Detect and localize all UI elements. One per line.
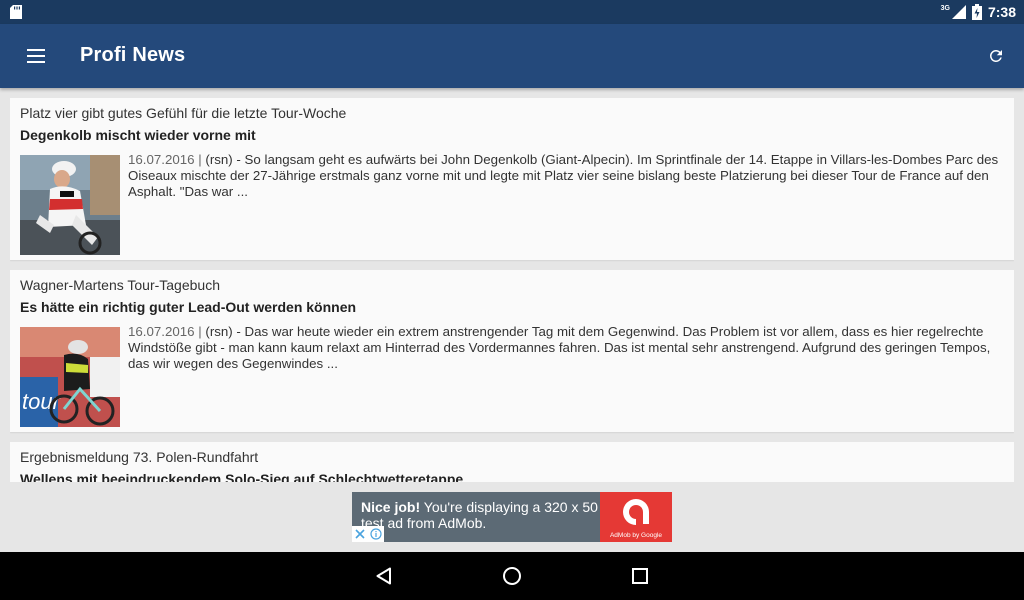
back-icon (376, 567, 391, 585)
back-button[interactable] (371, 564, 397, 588)
home-button[interactable] (499, 564, 525, 588)
close-icon (354, 529, 365, 539)
network-type: 3G (940, 4, 950, 12)
clock: 7:38 (987, 4, 1016, 20)
ad-choices[interactable] (352, 526, 384, 542)
article-kicker: Platz vier gibt gutes Gefühl für die let… (20, 105, 347, 121)
ad-banner[interactable]: Nice job! You're displaying a 320 x 50 t… (352, 492, 672, 542)
ad-area: Nice job! You're displaying a 320 x 50 t… (0, 482, 1024, 552)
article-card[interactable]: Wagner-Martens Tour-Tagebuch Es hätte ei… (10, 270, 1014, 432)
refresh-button[interactable] (982, 42, 1010, 70)
status-bar: 3G 7:38 (0, 0, 1024, 24)
article-kicker: Ergebnismeldung 73. Polen-Rundfahrt (20, 449, 259, 465)
article-teaser: 16.07.2016 | (rsn) - So langsam geht es … (128, 152, 1006, 200)
article-thumbnail[interactable] (20, 155, 120, 255)
ad-text: Nice job! You're displaying a 320 x 50 t… (361, 499, 607, 531)
article-kicker: Wagner-Martens Tour-Tagebuch (20, 277, 220, 293)
app-bar: Profi News (0, 24, 1024, 88)
admob-icon (623, 499, 649, 525)
article-teaser: 16.07.2016 | (rsn) - Das war heute wiede… (128, 324, 1006, 372)
news-feed[interactable]: Platz vier gibt gutes Gefühl für die let… (10, 98, 1014, 482)
article-headline[interactable]: Degenkolb mischt wieder vorne mit (20, 127, 256, 143)
menu-button[interactable] (18, 42, 54, 70)
home-icon (503, 567, 521, 585)
admob-logo: AdMob by Google (600, 492, 672, 542)
menu-icon (27, 49, 45, 63)
ad-text-bold: Nice job! (361, 499, 421, 515)
system-navigation-bar (0, 552, 1024, 600)
article-teaser-text: (rsn) - So langsam geht es aufwärts bei … (128, 152, 999, 199)
article-thumbnail[interactable]: tour (20, 327, 120, 427)
signal-icon (951, 5, 966, 19)
svg-text:tour: tour (22, 389, 62, 414)
article-teaser-text: (rsn) - Das war heute wieder ein extrem … (128, 324, 991, 371)
article-headline[interactable]: Wellens mit beeindruckendem Solo-Sieg au… (20, 471, 463, 482)
article-card[interactable]: Platz vier gibt gutes Gefühl für die let… (10, 98, 1014, 260)
admob-brand: AdMob by Google (609, 532, 663, 539)
sd-card-icon (10, 5, 22, 19)
article-card[interactable]: Ergebnismeldung 73. Polen-Rundfahrt Well… (10, 442, 1014, 482)
info-icon (369, 528, 382, 540)
article-headline[interactable]: Es hätte ein richtig guter Lead-Out werd… (20, 299, 356, 315)
recents-icon (632, 568, 648, 584)
article-date: 16.07.2016 | (128, 152, 202, 167)
battery-icon (971, 4, 982, 20)
article-date: 16.07.2016 | (128, 324, 202, 339)
refresh-icon (989, 49, 1002, 62)
app-title: Profi News (80, 44, 186, 66)
recents-button[interactable] (627, 564, 653, 588)
